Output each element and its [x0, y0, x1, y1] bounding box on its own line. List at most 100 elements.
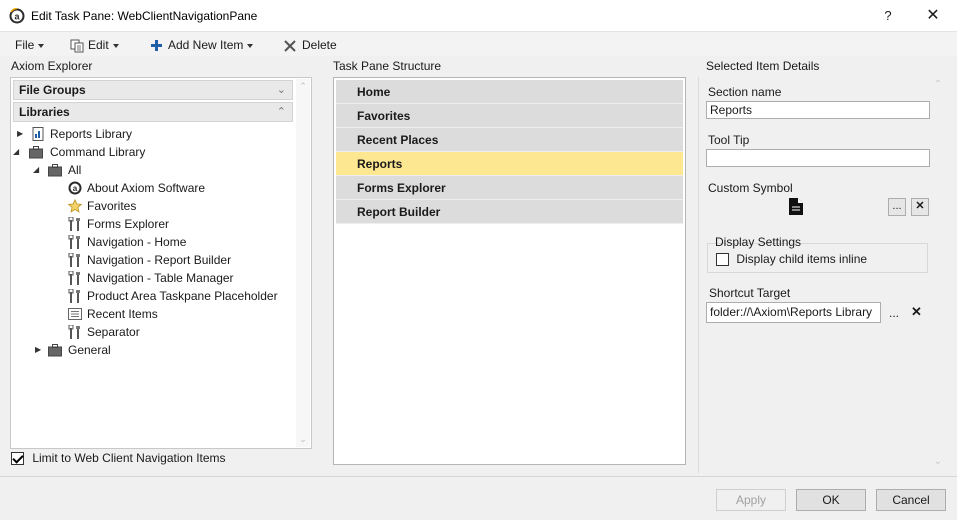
plus-icon — [151, 40, 162, 52]
add-new-item-label: Add New Item — [168, 38, 244, 52]
cancel-button[interactable]: Cancel — [876, 489, 946, 511]
tools-icon — [68, 325, 80, 339]
expand-arrow-icon[interactable]: ▶ — [17, 125, 27, 143]
collapse-arrow-icon[interactable]: ◢ — [13, 143, 23, 161]
section-name-label: Section name — [708, 85, 782, 99]
close-button[interactable]: ✕ — [920, 4, 946, 28]
tree-item-label: Navigation - Report Builder — [87, 253, 232, 267]
delete-label: Delete — [302, 38, 337, 52]
tree-item-label: About Axiom Software — [87, 181, 206, 195]
recent-list-icon — [68, 308, 82, 320]
chevron-down-icon — [38, 43, 45, 48]
delete-menu[interactable]: Delete — [283, 36, 337, 54]
tree-item-label: Recent Items — [87, 307, 158, 321]
axiom-logo-icon: a — [68, 181, 82, 195]
display-child-inline-label: Display child items inline — [736, 252, 868, 266]
apply-button[interactable]: Apply — [716, 489, 786, 511]
ok-button[interactable]: OK — [796, 489, 866, 511]
edit-menu[interactable]: Edit — [70, 36, 119, 54]
structure-item-label: Forms Explorer — [357, 181, 446, 195]
axiom-explorer-heading: Axiom Explorer — [11, 59, 93, 73]
edit-menu-label: Edit — [88, 38, 109, 52]
structure-item-label: Recent Places — [357, 133, 439, 147]
tree-item-label: Product Area Taskpane Placeholder — [87, 289, 278, 303]
chevron-up-icon: ⌃ — [276, 106, 286, 118]
limit-web-client-label: Limit to Web Client Navigation Items — [32, 451, 226, 465]
tree-item-label: General — [68, 343, 111, 357]
structure-item-label: Home — [357, 85, 391, 99]
display-child-inline-row[interactable]: Display child items inline — [716, 252, 868, 267]
scroll-up-icon[interactable]: ⌃ — [298, 81, 308, 92]
tree-item-label: Command Library — [50, 145, 146, 159]
section-name-input[interactable]: Reports — [706, 101, 930, 119]
structure-item-recent-places[interactable]: Recent Places — [336, 128, 683, 152]
shortcut-target-label: Shortcut Target — [709, 286, 791, 300]
briefcase-icon — [29, 146, 43, 159]
file-menu-label: File — [15, 38, 35, 52]
title-bar: a Edit Task Pane: WebClientNavigationPan… — [0, 0, 957, 32]
tree-item-label: Reports Library — [50, 127, 133, 141]
window-title: Edit Task Pane: WebClientNavigationPane — [31, 9, 258, 23]
structure-item-reports[interactable]: Reports — [336, 152, 683, 176]
structure-item-label: Favorites — [357, 109, 411, 123]
symbol-browse-button[interactable]: ... — [888, 198, 906, 216]
tooltip-input[interactable] — [706, 149, 930, 167]
structure-item-forms-explorer[interactable]: Forms Explorer — [336, 176, 683, 200]
custom-symbol-label: Custom Symbol — [708, 181, 793, 195]
tools-icon — [68, 289, 80, 303]
document-icon — [789, 198, 803, 215]
shortcut-target-input[interactable]: folder://\Axiom\Reports Library — [706, 302, 881, 323]
axiom-app-icon: a — [9, 8, 25, 24]
svg-text:a: a — [73, 184, 78, 193]
collapse-arrow-icon[interactable]: ◢ — [33, 161, 43, 179]
scroll-down-icon[interactable]: ⌄ — [934, 456, 942, 467]
tree-item-label: Navigation - Home — [87, 235, 187, 249]
shortcut-clear-button[interactable]: ✕ — [911, 304, 922, 320]
add-new-item-menu[interactable]: Add New Item — [151, 36, 254, 54]
menu-bar: File Edit Add New Item Delete — [0, 32, 957, 56]
tooltip-label: Tool Tip — [708, 133, 750, 147]
tools-icon — [68, 271, 80, 285]
briefcase-icon — [48, 344, 62, 357]
structure-item-favorites[interactable]: Favorites — [336, 104, 683, 128]
tools-icon — [68, 235, 80, 249]
tree-item-label: Navigation - Table Manager — [87, 271, 234, 285]
task-pane-structure-list: Home Favorites Recent Places Reports For… — [333, 77, 686, 465]
scroll-up-icon[interactable]: ⌃ — [934, 79, 942, 90]
briefcase-icon — [48, 164, 62, 177]
file-groups-header[interactable]: File Groups ⌄ — [13, 80, 293, 100]
scroll-down-icon[interactable]: ⌄ — [298, 434, 308, 445]
x-delete-icon — [284, 40, 296, 52]
structure-item-label: Reports — [357, 157, 403, 171]
explorer-scrollbar[interactable]: ⌃ ⌄ — [296, 79, 310, 447]
shortcut-browse-button[interactable]: ... — [889, 306, 899, 320]
structure-item-home[interactable]: Home — [336, 80, 683, 104]
structure-item-report-builder[interactable]: Report Builder — [336, 200, 683, 224]
star-icon — [68, 199, 82, 213]
tools-icon — [68, 217, 80, 231]
report-document-icon — [32, 127, 44, 141]
copy-icon — [70, 39, 84, 53]
libraries-label: Libraries — [19, 105, 70, 119]
libraries-header[interactable]: Libraries ⌃ — [13, 102, 293, 122]
limit-web-client-checkbox[interactable] — [11, 452, 24, 466]
axiom-explorer-panel: File Groups ⌄ Libraries ⌃ ▶ Reports Libr… — [10, 77, 312, 449]
tree-item-label: Favorites — [87, 199, 137, 213]
task-pane-structure-heading: Task Pane Structure — [333, 59, 442, 73]
file-groups-label: File Groups — [19, 83, 86, 97]
tree-item-label: All — [68, 163, 82, 177]
tree-item-label: Forms Explorer — [87, 217, 170, 231]
chevron-down-icon — [247, 43, 254, 48]
display-child-inline-checkbox[interactable] — [716, 253, 729, 267]
selected-item-details-heading: Selected Item Details — [706, 59, 820, 73]
symbol-clear-button[interactable]: ✕ — [911, 198, 929, 216]
limit-web-client-checkbox-row[interactable]: Limit to Web Client Navigation Items — [11, 451, 226, 467]
chevron-down-icon — [112, 43, 119, 48]
chevron-down-icon: ⌄ — [276, 84, 286, 96]
tools-icon — [68, 253, 80, 267]
structure-item-label: Report Builder — [357, 205, 441, 219]
expand-arrow-icon[interactable]: ▶ — [35, 341, 45, 359]
file-menu[interactable]: File — [15, 36, 45, 54]
display-settings-label: Display Settings — [715, 235, 802, 249]
help-button[interactable]: ? — [876, 4, 900, 28]
